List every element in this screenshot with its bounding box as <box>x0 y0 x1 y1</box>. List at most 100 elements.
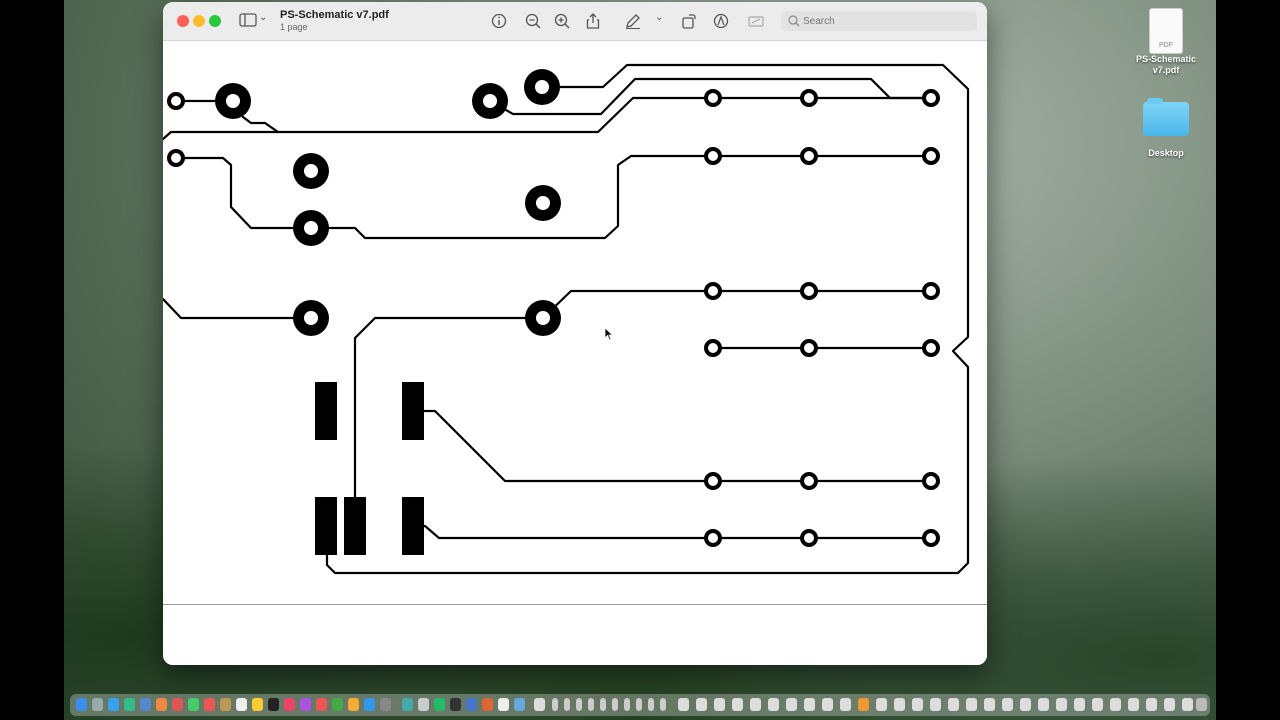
minimized-window-icon[interactable] <box>840 698 851 711</box>
close-button[interactable] <box>177 15 189 27</box>
minimized-window-icon[interactable] <box>1182 698 1193 711</box>
browser-icon[interactable] <box>514 698 525 711</box>
minimized-window-icon[interactable] <box>1164 698 1175 711</box>
minimized-window-icon[interactable] <box>1020 698 1031 711</box>
page-divider <box>163 604 987 605</box>
pages-icon[interactable] <box>348 698 359 711</box>
minimized-window-icon[interactable] <box>948 698 959 711</box>
minimized-window-icon[interactable] <box>1110 698 1121 711</box>
notes-icon[interactable] <box>252 698 263 711</box>
minimized-window-icon[interactable] <box>912 698 923 711</box>
search-box[interactable] <box>781 11 977 31</box>
minimized-window-icon[interactable] <box>696 698 707 711</box>
minimized-window-icon[interactable] <box>624 698 630 711</box>
mail-icon[interactable] <box>140 698 151 711</box>
markup-pen-icon[interactable] <box>624 12 642 30</box>
annotate-icon[interactable] <box>712 12 730 30</box>
finder-icon[interactable] <box>76 698 87 711</box>
news-icon[interactable] <box>316 698 327 711</box>
maps-icon[interactable] <box>156 698 167 711</box>
rect-pad <box>315 497 337 555</box>
pdf-page <box>163 41 987 665</box>
minimized-window-icon[interactable] <box>678 698 689 711</box>
sidebar-toggle-icon[interactable] <box>239 13 257 27</box>
trace <box>411 409 933 483</box>
search-input[interactable] <box>803 13 968 29</box>
minimized-window-icon[interactable] <box>648 698 654 711</box>
minimized-window-icon[interactable] <box>822 698 833 711</box>
music-icon[interactable] <box>284 698 295 711</box>
trace <box>541 289 933 320</box>
minimized-window-icon[interactable] <box>1128 698 1139 711</box>
finder-window-icon[interactable] <box>418 698 429 711</box>
minimized-window-icon[interactable] <box>588 698 594 711</box>
minimized-window-icon[interactable] <box>1074 698 1085 711</box>
minimized-window-icon[interactable] <box>732 698 743 711</box>
minimized-window-icon[interactable] <box>1038 698 1049 711</box>
zoom-out-icon[interactable] <box>524 12 542 30</box>
share-icon[interactable] <box>584 12 602 30</box>
minimized-window-icon[interactable] <box>1146 698 1157 711</box>
launchpad-icon[interactable] <box>92 698 103 711</box>
small-pad <box>922 339 940 357</box>
app-store-icon[interactable] <box>364 698 375 711</box>
preview-icon[interactable] <box>402 698 413 711</box>
minimized-window-icon[interactable] <box>786 698 797 711</box>
word-icon[interactable] <box>466 698 477 711</box>
info-icon[interactable] <box>490 12 508 30</box>
markup-chevron-icon[interactable]: ⌄ <box>655 12 663 23</box>
maximize-button[interactable] <box>209 15 221 27</box>
rect-pad <box>402 382 424 440</box>
minimized-window-icon[interactable] <box>966 698 977 711</box>
powerpoint-icon[interactable] <box>482 698 493 711</box>
minimized-window-icon[interactable] <box>600 698 606 711</box>
minimized-window-icon[interactable] <box>930 698 941 711</box>
trace <box>163 297 313 320</box>
minimized-window-icon[interactable] <box>660 698 666 711</box>
safari-icon[interactable] <box>108 698 119 711</box>
small-pad <box>800 282 818 300</box>
minimized-window-icon[interactable] <box>894 698 905 711</box>
spotify-icon[interactable] <box>434 698 445 711</box>
numbers-icon[interactable] <box>332 698 343 711</box>
trash-icon[interactable] <box>1196 698 1207 711</box>
signature-icon[interactable] <box>747 12 765 30</box>
minimized-window-icon[interactable] <box>576 698 582 711</box>
tv-icon[interactable] <box>268 698 279 711</box>
desktop-folder[interactable]: Desktop <box>1128 98 1204 159</box>
contacts-icon[interactable] <box>220 698 231 711</box>
minimized-window-icon[interactable] <box>768 698 779 711</box>
minimized-window-icon[interactable] <box>552 698 558 711</box>
minimized-window-icon[interactable] <box>876 698 887 711</box>
minimized-window-icon[interactable] <box>1002 698 1013 711</box>
settings-icon[interactable] <box>380 698 391 711</box>
facetime-icon[interactable] <box>188 698 199 711</box>
small-pad <box>922 89 940 107</box>
downloads-icon[interactable] <box>534 698 545 711</box>
podcasts-icon[interactable] <box>300 698 311 711</box>
trace <box>309 154 933 240</box>
minimized-window-icon[interactable] <box>804 698 815 711</box>
minimized-window-icon[interactable] <box>714 698 725 711</box>
calendar-icon[interactable] <box>204 698 215 711</box>
minimized-window-icon[interactable] <box>858 698 869 711</box>
minimized-window-icon[interactable] <box>612 698 618 711</box>
messages-icon[interactable] <box>124 698 135 711</box>
photos-icon[interactable] <box>172 698 183 711</box>
zoom-in-icon[interactable] <box>553 12 571 30</box>
rotate-icon[interactable] <box>680 12 698 30</box>
minimized-window-icon[interactable] <box>984 698 995 711</box>
reminders-icon[interactable] <box>236 698 247 711</box>
minimized-window-icon[interactable] <box>1056 698 1067 711</box>
minimize-button[interactable] <box>193 15 205 27</box>
terminal-icon[interactable] <box>450 698 461 711</box>
page-count: 1 page <box>280 22 308 32</box>
chevron-down-icon[interactable]: ⌄ <box>259 12 267 23</box>
minimized-window-icon[interactable] <box>1092 698 1103 711</box>
minimized-window-icon[interactable] <box>636 698 642 711</box>
desktop-pdf-file[interactable]: PDF PS-Schematic v7.pdf <box>1128 8 1204 76</box>
minimized-window-icon[interactable] <box>750 698 761 711</box>
minimized-window-icon[interactable] <box>564 698 570 711</box>
textedit-icon[interactable] <box>498 698 509 711</box>
preview-window: ⌄ PS-Schematic v7.pdf 1 page ⌄ <box>163 2 987 665</box>
